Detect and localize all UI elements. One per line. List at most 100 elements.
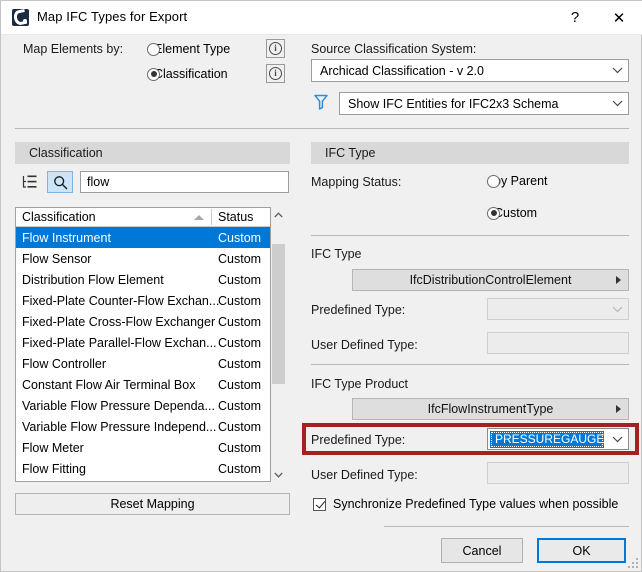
classification-list-scrollbar[interactable] [271, 207, 286, 482]
table-row[interactable]: Variable Flow Pressure Independ...Custom [16, 416, 270, 437]
predefined-type-select[interactable] [487, 298, 629, 320]
table-row[interactable]: Flow Meter Custom [16, 437, 270, 458]
radio-element-type-label: Element Type [154, 42, 230, 56]
search-icon [53, 175, 68, 190]
triangle-right-icon [616, 405, 621, 413]
classification-search-input[interactable] [80, 171, 289, 193]
close-button[interactable]: ✕ [597, 1, 641, 34]
window-title: Map IFC Types for Export [37, 9, 187, 24]
tree-list-icon [22, 175, 38, 189]
table-row[interactable]: Fixed-Plate Parallel-Flow Exchan...Custo… [16, 332, 270, 353]
classification-rows: Flow InstrumentCustomFlow SensorCustomDi… [16, 227, 270, 479]
table-row[interactable]: Distribution Flow Element Custom [16, 269, 270, 290]
row-classification-name: Distribution Flow Element [22, 273, 164, 287]
row-status: Custom [218, 231, 261, 245]
row-classification-name: Fixed-Plate Parallel-Flow Exchan... [22, 336, 217, 350]
top-divider [15, 128, 629, 129]
chevron-down-icon [606, 67, 628, 74]
sync-predefined-type-checkbox[interactable]: Synchronize Predefined Type values when … [313, 497, 618, 511]
row-status: Custom [218, 273, 261, 287]
product-predefined-type-value: PRESSUREGAUGE [490, 431, 604, 448]
product-predefined-type-label: Predefined Type: [311, 433, 405, 447]
user-defined-type-input[interactable] [487, 332, 629, 354]
row-status: Custom [218, 441, 261, 455]
table-row[interactable]: Flow SensorCustom [16, 248, 270, 269]
table-row[interactable]: Fixed-Plate Counter-Flow Exchan...Custom [16, 290, 270, 311]
checkbox-indicator [313, 498, 326, 511]
ifc-type-product-group-label: IFC Type Product [311, 377, 408, 391]
ifc-type-value: IfcDistributionControlElement [410, 273, 572, 287]
ifc-type-product-value: IfcFlowInstrumentType [428, 402, 554, 416]
row-status: Custom [218, 294, 261, 308]
row-classification-name: Fixed-Plate Cross-Flow Exchanger [22, 315, 215, 329]
row-status: Custom [218, 378, 261, 392]
row-status: Custom [218, 336, 261, 350]
cancel-button[interactable]: Cancel [441, 538, 523, 563]
ifc-type-group-label: IFC Type [311, 247, 361, 261]
radio-classification-indicator [147, 68, 160, 81]
ifc-type-panel-header: IFC Type [311, 142, 629, 164]
scrollbar-thumb[interactable] [272, 244, 285, 384]
product-user-defined-type-label: User Defined Type: [311, 468, 418, 482]
sync-predefined-type-label: Synchronize Predefined Type values when … [333, 497, 618, 511]
classification-list-header: Classification Status [16, 208, 270, 227]
radio-by-parent-label: by Parent [494, 174, 548, 188]
sort-ascending-icon [194, 215, 204, 220]
ok-button[interactable]: OK [537, 538, 626, 563]
map-ifc-types-dialog: Map IFC Types for Export ? ✕ Map Element… [0, 0, 642, 572]
schema-filter-value: Show IFC Entities for IFC2x3 Schema [340, 97, 606, 111]
chevron-down-icon[interactable] [606, 436, 628, 443]
mapping-status-label: Mapping Status: [311, 175, 401, 189]
scroll-up-icon[interactable] [271, 207, 286, 222]
row-status: Custom [218, 315, 261, 329]
source-classification-select[interactable]: Archicad Classification - v 2.0 [311, 59, 629, 82]
title-bar: Map IFC Types for Export ? ✕ [1, 1, 642, 35]
search-icon-button[interactable] [47, 171, 73, 193]
table-row[interactable]: Variable Flow Pressure Dependa...Custom [16, 395, 270, 416]
column-header-classification[interactable]: Classification [22, 210, 96, 224]
row-status: Custom [218, 357, 261, 371]
filter-funnel-icon [314, 94, 328, 110]
map-elements-by-label: Map Elements by: [23, 42, 123, 56]
radio-classification[interactable]: Classification [147, 67, 228, 81]
table-row[interactable]: Flow ControllerCustom [16, 353, 270, 374]
product-predefined-type-select[interactable]: PRESSUREGAUGE [487, 428, 629, 450]
row-status: Custom [218, 462, 261, 476]
radio-custom-label: Custom [494, 206, 537, 220]
schema-filter-select[interactable]: Show IFC Entities for IFC2x3 Schema [339, 92, 629, 115]
footer-divider [384, 526, 629, 527]
scroll-down-icon[interactable] [271, 467, 286, 482]
classification-listbox[interactable]: Classification Status Flow Instrument Cus… [15, 207, 271, 482]
row-classification-name: Flow Meter [22, 441, 84, 455]
source-classification-value: Archicad Classification - v 2.0 [312, 64, 606, 78]
table-row[interactable]: Flow Fitting Custom [16, 458, 270, 479]
row-status: Custom [218, 420, 261, 434]
ifc-type-product-value-button[interactable]: IfcFlowInstrumentType [352, 398, 629, 420]
table-row[interactable]: Constant Flow Air Terminal BoxCustom [16, 374, 270, 395]
ifc-type-product-divider [311, 364, 629, 365]
table-row[interactable]: Flow Instrument Custom [16, 227, 270, 248]
table-row[interactable]: Fixed-Plate Cross-Flow ExchangerCustom [16, 311, 270, 332]
reset-mapping-button[interactable]: Reset Mapping [15, 493, 290, 515]
radio-classification-label: Classification [154, 67, 228, 81]
info-button-classification[interactable]: i [266, 64, 285, 83]
radio-element-type-indicator [147, 43, 160, 56]
row-classification-name: Flow Sensor [22, 252, 91, 266]
info-button-element-type[interactable]: i [266, 39, 285, 58]
row-classification-name: Flow Instrument [22, 231, 111, 245]
column-header-status[interactable]: Status [218, 210, 253, 224]
info-icon: i [269, 67, 282, 80]
radio-element-type[interactable]: Element Type [147, 42, 230, 56]
radio-custom[interactable]: Custom [487, 206, 537, 220]
ifc-type-value-button[interactable]: IfcDistributionControlElement [352, 269, 629, 291]
tree-list-icon-button[interactable] [17, 171, 43, 193]
product-user-defined-type-input[interactable] [487, 462, 629, 484]
row-classification-name: Flow Fitting [22, 462, 86, 476]
resize-grip-icon[interactable] [627, 557, 638, 568]
radio-by-parent[interactable]: by Parent [487, 174, 548, 188]
help-button[interactable]: ? [553, 1, 597, 34]
user-defined-type-label: User Defined Type: [311, 338, 418, 352]
predefined-type-label: Predefined Type: [311, 303, 405, 317]
radio-by-parent-indicator [487, 175, 500, 188]
source-classification-label: Source Classification System: [311, 42, 476, 56]
